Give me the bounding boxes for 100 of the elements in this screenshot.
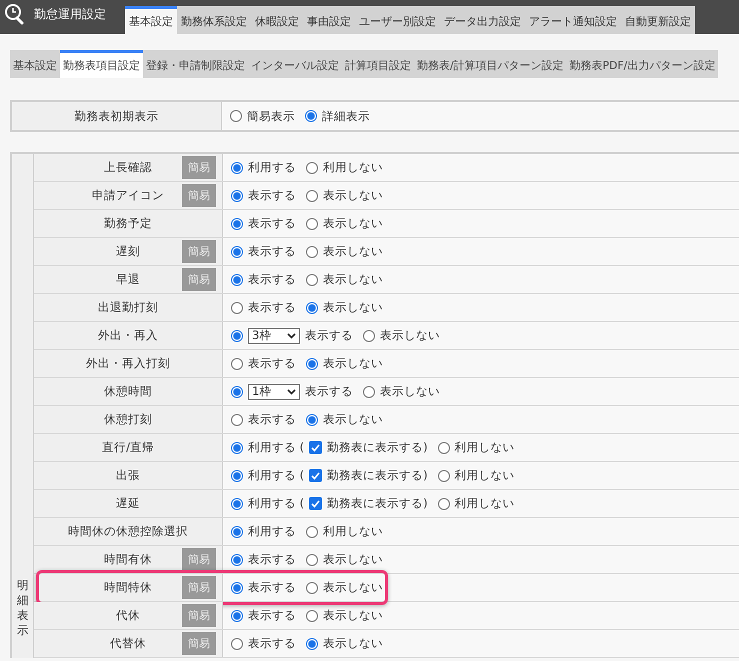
radio-button[interactable] [306,582,318,594]
radio-button[interactable] [306,526,318,538]
option-label: 表示する [248,188,296,203]
radio-button[interactable] [231,442,243,454]
chevron-down-icon [287,332,296,338]
option-label: 利用する ( [248,496,304,511]
radio-button[interactable] [231,302,243,314]
setting-label: 代休 [116,608,140,623]
setting-label: 早退 [116,272,140,287]
option-label: 利用する ( [248,440,304,455]
setting-label: 時間特休 [104,580,152,595]
radio-button[interactable] [306,274,318,286]
nav-tab[interactable]: 基本設定 [125,6,177,34]
option-label: 利用する [248,524,296,539]
radio-button[interactable] [231,638,243,650]
option-label: 表示する [305,328,353,343]
option-label: 表示しない [323,300,383,315]
radio-button[interactable] [231,330,243,342]
simple-badge: 簡易 [182,632,216,655]
simple-badge: 簡易 [182,576,216,599]
app-title: 勤怠運用設定 [34,6,106,22]
option-label: 表示する [248,300,296,315]
radio-button[interactable] [306,414,318,426]
setting-label: 上長確認 [104,160,152,175]
setting-label: 遅刻 [116,244,140,259]
option-label: 表示する [248,216,296,231]
radio-button[interactable] [231,358,243,370]
simple-badge: 簡易 [182,156,216,179]
radio-button[interactable] [230,110,242,122]
setting-label: 外出・再入 [98,328,158,343]
chevron-down-icon [287,388,296,394]
count-dropdown[interactable]: 1枠 [248,384,300,400]
radio-button[interactable] [231,162,243,174]
option-label: 表示する [248,552,296,567]
checkbox-label: 勤務表に表示する) [327,468,428,483]
checkbox[interactable] [309,441,322,454]
option-label: 表示しない [380,328,440,343]
radio-button[interactable] [438,498,450,510]
option-label: 表示する [305,384,353,399]
setting-label: 時間休の休憩控除選択 [68,524,188,539]
radio-button[interactable] [231,610,243,622]
simple-badge: 簡易 [182,268,216,291]
radio-button[interactable] [231,386,243,398]
radio-button[interactable] [306,162,318,174]
radio-button[interactable] [231,218,243,230]
option-label: 簡易表示 [247,108,295,124]
option-label: 利用する ( [248,468,304,483]
radio-button[interactable] [231,498,243,510]
radio-button[interactable] [306,358,318,370]
radio-button[interactable] [306,302,318,314]
setting-label: 代替休 [110,636,146,651]
checkbox[interactable] [309,469,322,482]
option-label: 利用しない [323,524,383,539]
radio-button[interactable] [363,386,375,398]
radio-button[interactable] [306,610,318,622]
simple-badge: 簡易 [182,604,216,627]
option-label: 詳細表示 [322,108,370,124]
radio-button[interactable] [306,190,318,202]
count-dropdown[interactable]: 3枠 [248,328,300,344]
option-label: 利用しない [454,468,515,483]
radio-button[interactable] [306,638,318,650]
radio-button[interactable] [231,246,243,258]
option-label: 利用しない [454,496,515,511]
sub-tab[interactable]: 勤務表項目設定 [60,50,143,78]
option-label: 利用しない [323,160,383,175]
radio-button[interactable] [305,110,317,122]
radio-button[interactable] [306,554,318,566]
option-label: 表示しない [323,188,383,203]
radio-button[interactable] [438,442,450,454]
option-label: 表示する [248,636,296,651]
option-label: 表示する [248,412,296,427]
checkbox-label: 勤務表に表示する) [327,496,428,511]
setting-label: 外出・再入打刻 [86,356,170,371]
setting-label: 直行/直帰 [102,440,154,455]
option-label: 表示する [248,608,296,623]
option-label: 表示しない [323,272,383,287]
radio-button[interactable] [306,246,318,258]
radio-button[interactable] [231,414,243,426]
simple-badge: 簡易 [182,240,216,263]
radio-button[interactable] [306,218,318,230]
radio-button[interactable] [231,470,243,482]
setting-label: 申請アイコン [92,188,164,203]
radio-button[interactable] [231,274,243,286]
checkbox[interactable] [309,497,322,510]
option-label: 表示しない [323,412,383,427]
setting-label: 遅延 [116,496,140,511]
radio-button[interactable] [231,554,243,566]
setting-label: 出張 [116,468,140,483]
radio-button[interactable] [231,582,243,594]
radio-button[interactable] [363,330,375,342]
setting-label: 時間有休 [104,552,152,567]
option-label: 表示しない [323,580,383,595]
radio-button[interactable] [231,526,243,538]
option-label: 表示しない [323,356,383,371]
option-label: 表示しない [323,552,383,567]
group-label: 明細表示 [16,578,28,638]
simple-badge: 簡易 [182,184,216,207]
radio-button[interactable] [438,470,450,482]
radio-button[interactable] [231,190,243,202]
setting-label: 出退勤打刻 [98,300,158,315]
